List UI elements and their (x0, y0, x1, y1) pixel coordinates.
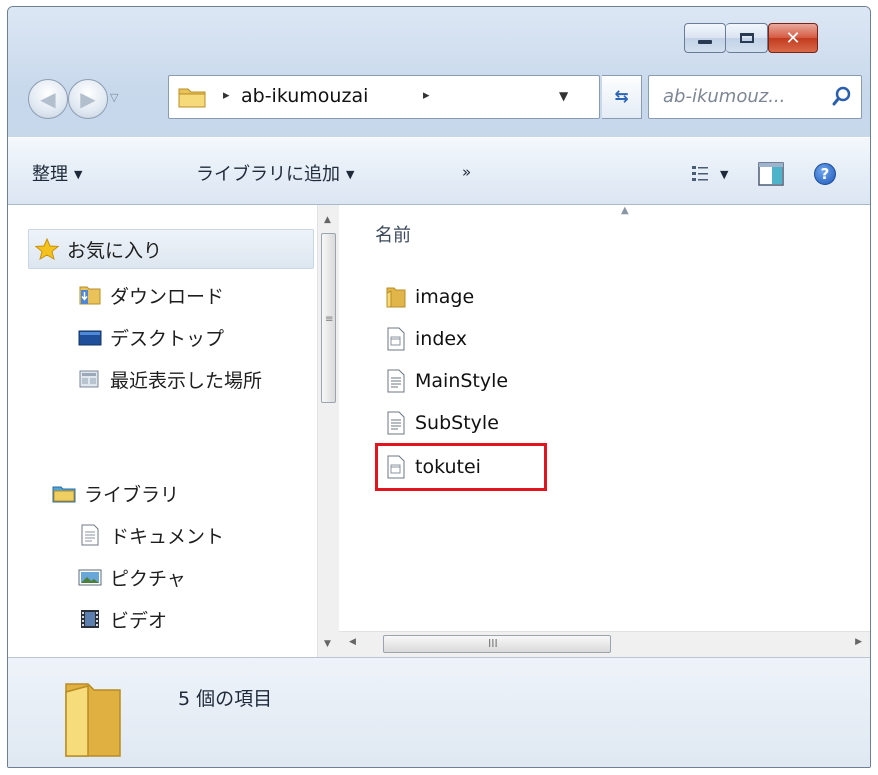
sidebar-item-label: お気に入り (67, 239, 163, 262)
recent-places-icon (79, 370, 99, 388)
command-bar: 整理 ▼ ライブラリに追加 ▼ » ▼ ? (8, 137, 870, 205)
text-file-icon (387, 411, 405, 435)
sidebar-item-documents[interactable]: ドキュメント (78, 517, 318, 553)
file-list-scrollbar[interactable]: ◀ III ▶ (339, 631, 870, 657)
organize-label: 整理 (32, 164, 68, 185)
view-dropdown-icon[interactable]: ▼ (720, 168, 728, 181)
file-item-mainstyle[interactable]: MainStyle (385, 365, 508, 397)
explorer-window: ✕ ◀ ▶ ▽ ▸ ab-ikumouzai ▸ ▼ ⇆ ab-ikumouz.… (7, 6, 871, 768)
nav-pane-scrollbar[interactable]: ▲ ≡ ▼ (317, 205, 339, 657)
address-dropdown-icon[interactable]: ▼ (559, 89, 568, 103)
scroll-grip-icon: III (488, 637, 498, 650)
close-icon: ✕ (785, 27, 801, 49)
sidebar-item-downloads[interactable]: ダウンロード (78, 277, 318, 313)
sidebar-item-label: ライブラリ (84, 483, 180, 506)
forward-arrow-icon: ▶ (80, 87, 96, 111)
file-name: index (415, 328, 467, 350)
add-to-library-label: ライブラリに追加 (196, 164, 340, 185)
file-name: MainStyle (415, 370, 509, 392)
scroll-up-icon[interactable]: ▲ (324, 215, 331, 225)
folder-icon (386, 287, 406, 308)
folder-icon (178, 88, 206, 108)
scrollbar-thumb[interactable]: ≡ (321, 233, 336, 403)
scrollbar-thumb[interactable]: III (383, 635, 611, 653)
sidebar-item-favorites[interactable]: お気に入り (28, 229, 314, 269)
sidebar-item-pictures[interactable]: ピクチャ (78, 559, 318, 595)
scroll-down-icon[interactable]: ▼ (324, 639, 331, 649)
sidebar-item-label: ドキュメント (110, 525, 225, 548)
scroll-left-icon[interactable]: ◀ (349, 637, 356, 647)
more-commands-button[interactable]: » (462, 163, 471, 181)
search-icon[interactable] (831, 85, 853, 109)
back-button[interactable]: ◀ (28, 79, 68, 119)
documents-icon (81, 524, 99, 546)
folder-large-icon (65, 683, 121, 757)
sidebar-item-label: ビデオ (110, 609, 168, 632)
sidebar-item-label: ピクチャ (110, 567, 186, 590)
videos-icon (81, 610, 99, 628)
library-icon (52, 486, 76, 503)
navigation-pane: お気に入り ダウンロード デスクトップ 最近表示した場所 ライブラリ ドキュメン… (8, 205, 338, 657)
sidebar-item-videos[interactable]: ビデオ (78, 601, 318, 637)
refresh-button[interactable]: ⇆ (602, 75, 642, 119)
file-item-index[interactable]: index (385, 323, 467, 355)
breadcrumb-item[interactable]: ab-ikumouzai (241, 85, 368, 107)
breadcrumb-separator-icon[interactable]: ▸ (423, 88, 430, 103)
text-file-icon (387, 369, 405, 393)
item-count: 5 個の項目 (178, 688, 273, 710)
sort-ascending-icon: ▲ (621, 205, 629, 216)
scroll-right-icon[interactable]: ▶ (855, 637, 862, 647)
preview-pane-icon[interactable] (758, 162, 784, 186)
downloads-folder-icon (79, 286, 101, 305)
details-pane: 5 個の項目 (8, 657, 870, 767)
file-name: image (415, 286, 475, 308)
column-header-name[interactable]: 名前 (375, 221, 411, 247)
html-file-icon (387, 327, 405, 351)
star-icon (35, 238, 59, 260)
minimize-button[interactable] (684, 23, 726, 53)
minimize-icon (685, 24, 725, 52)
help-button[interactable]: ? (814, 163, 836, 185)
sidebar-item-libraries[interactable]: ライブラリ (52, 475, 318, 511)
file-item-substyle[interactable]: SubStyle (385, 407, 499, 439)
recent-pages-dropdown-icon[interactable]: ▽ (110, 91, 118, 104)
file-list: ▲ 名前 image index MainStyle SubStyle toku… (339, 205, 870, 657)
breadcrumb-separator-icon[interactable]: ▸ (223, 88, 230, 103)
file-name: SubStyle (415, 412, 499, 434)
highlight-box (375, 443, 547, 491)
close-button[interactable]: ✕ (768, 23, 818, 53)
back-arrow-icon: ◀ (40, 87, 56, 111)
sidebar-item-desktop[interactable]: デスクトップ (78, 319, 318, 355)
add-to-library-button[interactable]: ライブラリに追加 ▼ (196, 160, 354, 186)
search-box[interactable]: ab-ikumouz... (648, 75, 862, 119)
forward-button[interactable]: ▶ (68, 79, 108, 119)
sidebar-item-recent-places[interactable]: 最近表示した場所 (78, 361, 318, 397)
sidebar-item-label: ダウンロード (110, 285, 225, 308)
organize-button[interactable]: 整理 ▼ (32, 160, 82, 186)
search-input[interactable]: ab-ikumouz... (663, 86, 785, 107)
maximize-icon (726, 24, 767, 52)
chevron-down-icon: ▼ (346, 168, 355, 181)
address-bar[interactable]: ▸ ab-ikumouzai ▸ ▼ (168, 75, 600, 119)
sidebar-item-label: 最近表示した場所 (110, 369, 263, 392)
scroll-grip-icon: ≡ (325, 314, 334, 325)
pictures-icon (78, 569, 102, 586)
maximize-button[interactable] (726, 23, 768, 53)
desktop-icon (78, 330, 102, 346)
chevron-down-icon: ▼ (74, 168, 83, 181)
refresh-icon: ⇆ (614, 87, 629, 107)
sidebar-item-label: デスクトップ (110, 327, 225, 350)
file-item-image[interactable]: image (385, 281, 474, 313)
